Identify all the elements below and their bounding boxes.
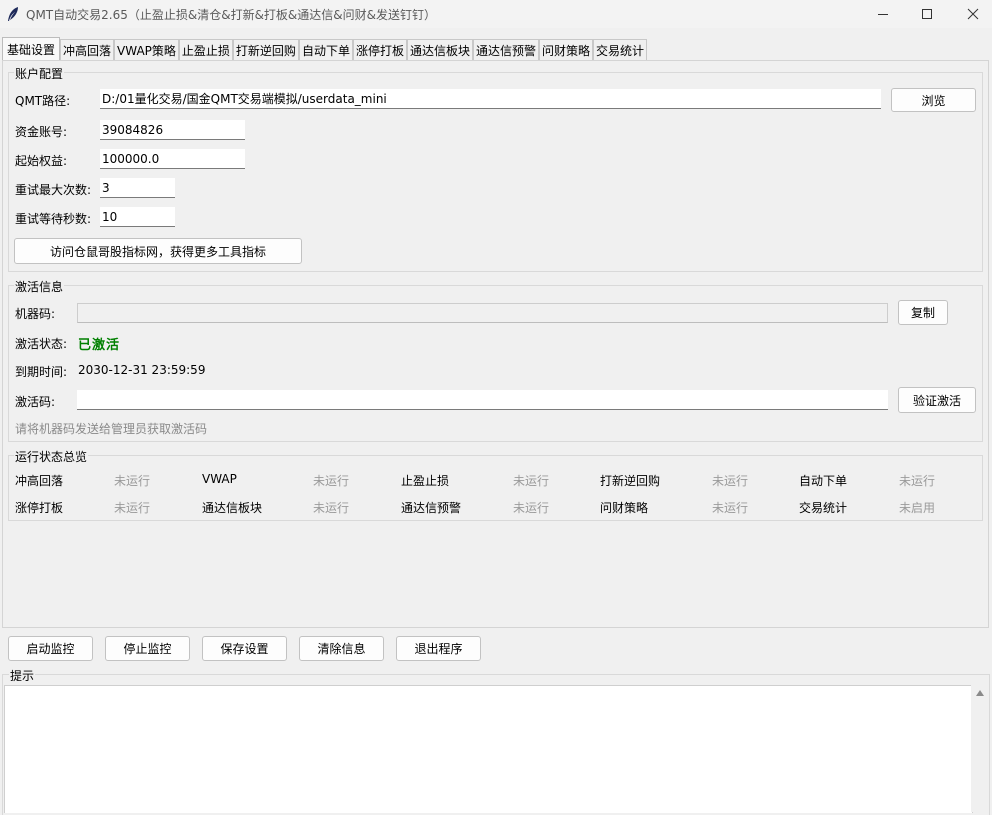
status-name: 打新逆回购 bbox=[600, 474, 661, 488]
window-title: QMT自动交易2.65（止盈止损&清仓&打新&打板&通达信&问财&发送钉钉） bbox=[26, 8, 436, 22]
status-value: 未启用 bbox=[899, 501, 936, 515]
status-overview-title: 运行状态总览 bbox=[14, 448, 89, 465]
machine-code-label: 机器码: bbox=[15, 307, 56, 321]
tab-tdx-alert[interactable]: 通达信预警 bbox=[472, 39, 539, 60]
expire-time-label: 到期时间: bbox=[15, 365, 68, 379]
minimize-button[interactable] bbox=[860, 0, 906, 28]
status-value: 未运行 bbox=[513, 474, 550, 488]
tab-auto-order[interactable]: 自动下单 bbox=[298, 39, 353, 60]
status-value: 未运行 bbox=[313, 474, 350, 488]
status-name: 止盈止损 bbox=[401, 474, 450, 488]
status-name: 涨停打板 bbox=[15, 501, 64, 515]
status-name: 问财策略 bbox=[600, 501, 649, 515]
activation-status-label: 激活状态: bbox=[15, 337, 68, 351]
tab-trade-stats[interactable]: 交易统计 bbox=[593, 39, 648, 60]
tab-limit-up[interactable]: 涨停打板 bbox=[352, 39, 407, 60]
max-retry-label: 重试最大次数: bbox=[15, 183, 92, 197]
close-button[interactable] bbox=[950, 0, 992, 28]
visit-website-button[interactable]: 访问仓鼠哥股指标网，获得更多工具指标 bbox=[14, 238, 302, 264]
status-value: 未运行 bbox=[899, 474, 936, 488]
save-settings-button[interactable]: 保存设置 bbox=[202, 636, 287, 661]
copy-button[interactable]: 复制 bbox=[898, 300, 948, 325]
status-value: 未运行 bbox=[513, 501, 550, 515]
status-value: 未运行 bbox=[114, 474, 151, 488]
log-scrollbar[interactable] bbox=[971, 685, 989, 812]
activation-hint: 请将机器码发送给管理员获取激活码 bbox=[15, 422, 208, 436]
max-retry-input[interactable] bbox=[100, 178, 175, 198]
account-group-title: 账户配置 bbox=[14, 65, 65, 82]
feather-icon bbox=[8, 7, 18, 21]
log-textarea[interactable] bbox=[4, 685, 973, 813]
clear-info-button[interactable]: 清除信息 bbox=[299, 636, 384, 661]
start-equity-label: 起始权益: bbox=[15, 154, 68, 168]
status-name: 自动下单 bbox=[799, 474, 848, 488]
tab-wencai[interactable]: 问财策略 bbox=[539, 39, 594, 60]
tab-vwap[interactable]: VWAP策略 bbox=[114, 39, 179, 60]
activation-code-input[interactable] bbox=[77, 390, 888, 410]
minimize-icon bbox=[878, 14, 888, 15]
status-name: 冲高回落 bbox=[15, 474, 64, 488]
status-name: 交易统计 bbox=[799, 501, 848, 515]
start-monitor-button[interactable]: 启动监控 bbox=[8, 636, 93, 661]
log-group-title: 提示 bbox=[9, 667, 36, 684]
tab-bar: 基础设置 冲高回落 VWAP策略 止盈止损 打新逆回购 自动下单 涨停打板 通达… bbox=[2, 37, 648, 60]
status-value: 未运行 bbox=[114, 501, 151, 515]
tab-spike-pullback[interactable]: 冲高回落 bbox=[60, 39, 115, 60]
tab-ipo-reverse-repo[interactable]: 打新逆回购 bbox=[232, 39, 299, 60]
activation-status-value: 已激活 bbox=[78, 338, 121, 353]
activation-group-title: 激活信息 bbox=[14, 278, 65, 295]
expire-time-value: 2030-12-31 23:59:59 bbox=[78, 363, 206, 377]
stop-monitor-button[interactable]: 停止监控 bbox=[105, 636, 190, 661]
status-name: 通达信预警 bbox=[401, 501, 462, 515]
maximize-button[interactable] bbox=[904, 0, 950, 28]
tab-basic-settings[interactable]: 基础设置 bbox=[2, 37, 61, 60]
machine-code-field bbox=[77, 303, 888, 323]
qmt-path-label: QMT路径: bbox=[15, 94, 71, 108]
status-name: 通达信板块 bbox=[202, 501, 263, 515]
exit-program-button[interactable]: 退出程序 bbox=[396, 636, 481, 661]
status-name: VWAP bbox=[202, 472, 237, 486]
close-icon bbox=[967, 8, 979, 20]
scroll-up-icon[interactable] bbox=[975, 688, 985, 698]
activation-code-label: 激活码: bbox=[15, 395, 56, 409]
fund-account-input[interactable] bbox=[100, 120, 245, 140]
tab-take-profit-stop-loss[interactable]: 止盈止损 bbox=[178, 39, 233, 60]
fund-account-label: 资金账号: bbox=[15, 125, 68, 139]
retry-wait-input[interactable] bbox=[100, 207, 175, 227]
start-equity-input[interactable] bbox=[100, 149, 245, 169]
verify-activation-button[interactable]: 验证激活 bbox=[898, 387, 976, 413]
browse-button[interactable]: 浏览 bbox=[891, 88, 976, 112]
tab-tdx-sector[interactable]: 通达信板块 bbox=[406, 39, 473, 60]
qmt-path-input[interactable] bbox=[100, 89, 881, 109]
retry-wait-label: 重试等待秒数: bbox=[15, 212, 92, 226]
maximize-icon bbox=[922, 9, 932, 19]
status-value: 未运行 bbox=[313, 501, 350, 515]
status-value: 未运行 bbox=[712, 474, 749, 488]
status-value: 未运行 bbox=[712, 501, 749, 515]
